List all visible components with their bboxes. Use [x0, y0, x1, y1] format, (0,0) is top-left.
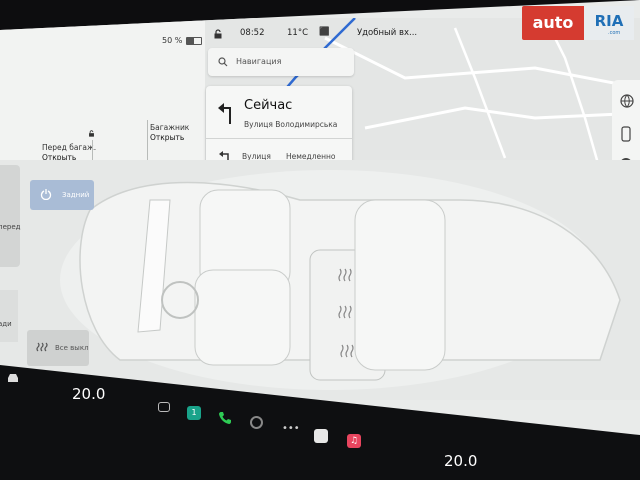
current-street: Вулиця Володимирська	[244, 120, 338, 129]
turn-left-arrow-icon	[218, 103, 231, 124]
phone-device-icon[interactable]	[621, 126, 631, 142]
seat-heat-icon[interactable]	[338, 344, 356, 358]
location-name: Удобный вх...	[357, 28, 418, 38]
seat-heat-icon[interactable]	[336, 268, 354, 282]
globe-icon[interactable]	[620, 94, 634, 108]
climate-seat-view	[0, 160, 640, 400]
dashcam-icon[interactable]	[250, 416, 263, 429]
touchscreen: 50 % Перед багаж. Открыть Багажник Откры…	[0, 0, 640, 440]
rear-defrost-label: ади	[0, 320, 12, 328]
all-off-label: Все выкл	[55, 344, 89, 352]
seat-heat-icon[interactable]	[336, 305, 354, 319]
music-icon[interactable]: ♫	[347, 434, 361, 448]
divider	[206, 138, 352, 139]
front-defrost-label: перед	[0, 223, 21, 231]
car-icon: ⬛	[319, 27, 330, 37]
maneuver-distance: Сейчас	[244, 98, 293, 113]
autoria-watermark: auto RIA .com	[522, 6, 634, 42]
watermark-auto: auto	[522, 6, 584, 40]
all-seat-heat-off-button[interactable]: Все выкл	[27, 330, 89, 366]
rear-defrost-panel[interactable]: ади	[0, 290, 18, 342]
front-trunk-label: Перед багаж.	[42, 143, 97, 152]
rear-trunk-state: Открыть	[150, 133, 185, 142]
more-icon[interactable]: •••	[282, 423, 300, 434]
navigation-search[interactable]: Навигация	[208, 48, 354, 76]
lock-icon	[89, 130, 94, 137]
rear-trunk-label: Багажник	[150, 123, 190, 132]
rear-climate-label: Задний	[62, 191, 90, 199]
clock: 08:52	[240, 28, 265, 38]
navigation-search-placeholder: Навигация	[236, 57, 282, 66]
rear-trunk-button[interactable]: Багажник Открыть	[150, 123, 189, 143]
camera-icon[interactable]	[158, 402, 170, 412]
power-icon	[40, 189, 52, 200]
outside-temperature: 11°C	[287, 28, 309, 38]
messages-icon[interactable]: 1	[187, 406, 201, 420]
battery-icon	[186, 37, 202, 45]
battery-percent: 50 %	[162, 36, 183, 45]
lock-icon	[214, 29, 222, 39]
seat-heat-icon	[36, 342, 48, 352]
toybox-icon[interactable]	[314, 429, 328, 443]
car-icon[interactable]	[6, 372, 20, 384]
car-seat-illustration	[60, 170, 621, 390]
phone-icon[interactable]	[218, 411, 232, 425]
battery-fill	[187, 38, 194, 44]
front-defrost-panel[interactable]: перед	[0, 165, 20, 267]
rear-climate-button[interactable]: Задний	[30, 180, 94, 210]
watermark-domain: .com	[608, 30, 621, 36]
search-icon	[218, 57, 228, 67]
driver-temperature[interactable]: 20.0	[72, 385, 105, 403]
passenger-temperature[interactable]: 20.0	[444, 452, 477, 470]
